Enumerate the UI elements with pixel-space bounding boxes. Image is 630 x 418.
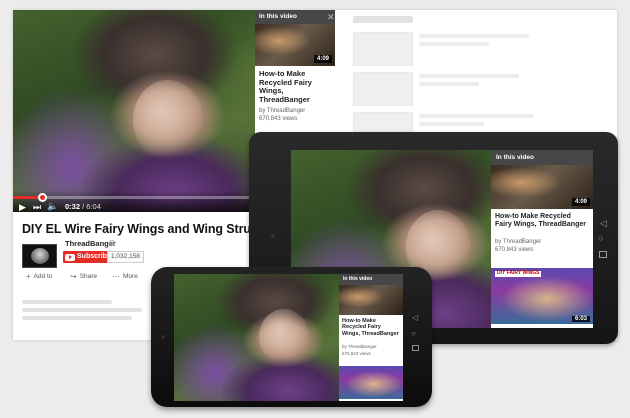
in-video-card[interactable]: In this video 4:09 How-to Make Recycled … <box>255 10 335 135</box>
volume-icon[interactable]: 🔈 <box>47 201 58 211</box>
card-views: 670,843 views <box>342 351 371 356</box>
share-button[interactable]: ↪ Share <box>70 272 97 281</box>
card-thumbnail[interactable]: 4:09 <box>491 165 593 209</box>
related-video-title <box>419 34 529 38</box>
next-video-tag: DIY FAIRY WINGS <box>495 270 542 277</box>
add-to-button[interactable]: + Add to <box>26 272 52 281</box>
next-icon[interactable]: ⏭ <box>33 202 41 212</box>
back-icon[interactable]: ◁ <box>412 313 418 322</box>
close-icon[interactable]: ✕ <box>327 12 337 22</box>
add-label: Add to <box>33 273 53 280</box>
youtube-icon <box>65 253 75 261</box>
phone-in-video-card[interactable]: In this video How-to Make Recycled Fairy… <box>339 274 403 401</box>
subscriber-count: 1,032,158 <box>107 251 144 263</box>
card-channel: by ThreadBanger <box>342 344 377 349</box>
verified-icon: ⊠ <box>109 240 115 247</box>
sidebar-heading <box>353 16 413 23</box>
card-title[interactable]: How-to Make Recycled Fairy Wings, Thread… <box>342 318 399 337</box>
related-video-title <box>419 114 534 118</box>
related-video-title <box>419 74 519 78</box>
more-label: More <box>123 273 138 280</box>
card-header: In this video <box>255 10 335 24</box>
related-video-thumbnail[interactable] <box>353 72 413 106</box>
card-thumbnail[interactable] <box>339 285 403 315</box>
recent-apps-icon[interactable] <box>599 251 607 258</box>
channel-avatar[interactable] <box>22 244 57 268</box>
card-title[interactable]: How-to Make Recycled Fairy Wings, Thread… <box>495 213 589 229</box>
subscribe-label: Subscribe <box>77 253 111 260</box>
elapsed-time: 0:32 <box>65 202 81 211</box>
related-video-meta <box>419 122 484 126</box>
description-line <box>22 300 112 304</box>
related-video-meta <box>419 42 489 46</box>
more-button[interactable]: ⋯ More <box>112 272 138 281</box>
home-icon[interactable]: ○ <box>411 329 416 338</box>
home-icon[interactable]: ○ <box>598 233 603 243</box>
description-line <box>22 308 142 312</box>
card-header: In this video <box>339 274 403 285</box>
play-icon[interactable]: ▶ <box>19 202 26 212</box>
video-frame-highlight <box>133 80 203 160</box>
progress-knob[interactable] <box>37 193 47 202</box>
video-frame-highlight <box>259 309 309 364</box>
related-video-thumbnail[interactable] <box>353 32 413 66</box>
card-header: In this video <box>491 150 593 165</box>
card-duration: 4:09 <box>313 55 332 63</box>
card-channel: by ThreadBanger <box>495 239 542 245</box>
share-icon: ↪ <box>70 272 77 281</box>
share-label: Share <box>79 273 98 280</box>
avatar-image <box>31 248 49 264</box>
next-video-duration: 6:03 <box>571 316 590 322</box>
recent-apps-icon[interactable] <box>412 345 419 351</box>
card-views: 670,843 views <box>495 247 534 253</box>
phone-video-player[interactable]: In this video How-to Make Recycled Fairy… <box>174 274 403 401</box>
related-video-meta <box>419 82 479 86</box>
card-thumbnail[interactable]: 4:09 <box>255 24 335 66</box>
next-video-thumbnail[interactable] <box>339 366 403 399</box>
card-title[interactable]: How-to Make Recycled Fairy Wings, Thread… <box>259 69 331 105</box>
time-display: 0:32 / 6:04 <box>65 202 101 211</box>
tablet-in-video-card[interactable]: In this video 4:09 How-to Make Recycled … <box>491 150 593 328</box>
card-duration: 4:09 <box>571 198 590 206</box>
description-line <box>22 316 132 320</box>
tablet-camera <box>271 234 275 238</box>
add-icon: + <box>26 272 31 281</box>
total-time: 6:04 <box>86 202 101 211</box>
phone-camera <box>161 335 165 339</box>
more-icon: ⋯ <box>112 272 120 281</box>
phone-device: In this video How-to Make Recycled Fairy… <box>151 267 432 407</box>
back-icon[interactable]: ◁ <box>600 218 607 229</box>
card-channel: by ThreadBanger <box>259 108 306 114</box>
card-views: 670,843 views <box>259 116 298 122</box>
next-video-thumbnail[interactable]: DIY FAIRY WINGS 6:03 <box>491 268 593 324</box>
